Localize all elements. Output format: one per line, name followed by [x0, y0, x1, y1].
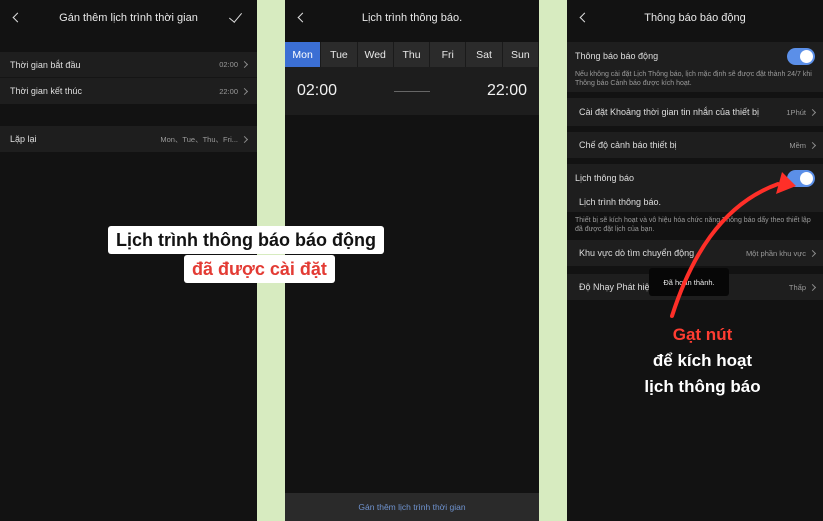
caption-line-1: Gạt nút [672, 325, 733, 344]
toggle-instruction-caption: Gạt nút để kích hoạt lịch thông báo [615, 322, 790, 400]
caption-line-3: lịch thông báo [644, 377, 761, 396]
curved-arrow-icon [670, 172, 796, 318]
caption-line-2: để kích hoạt [652, 351, 753, 370]
